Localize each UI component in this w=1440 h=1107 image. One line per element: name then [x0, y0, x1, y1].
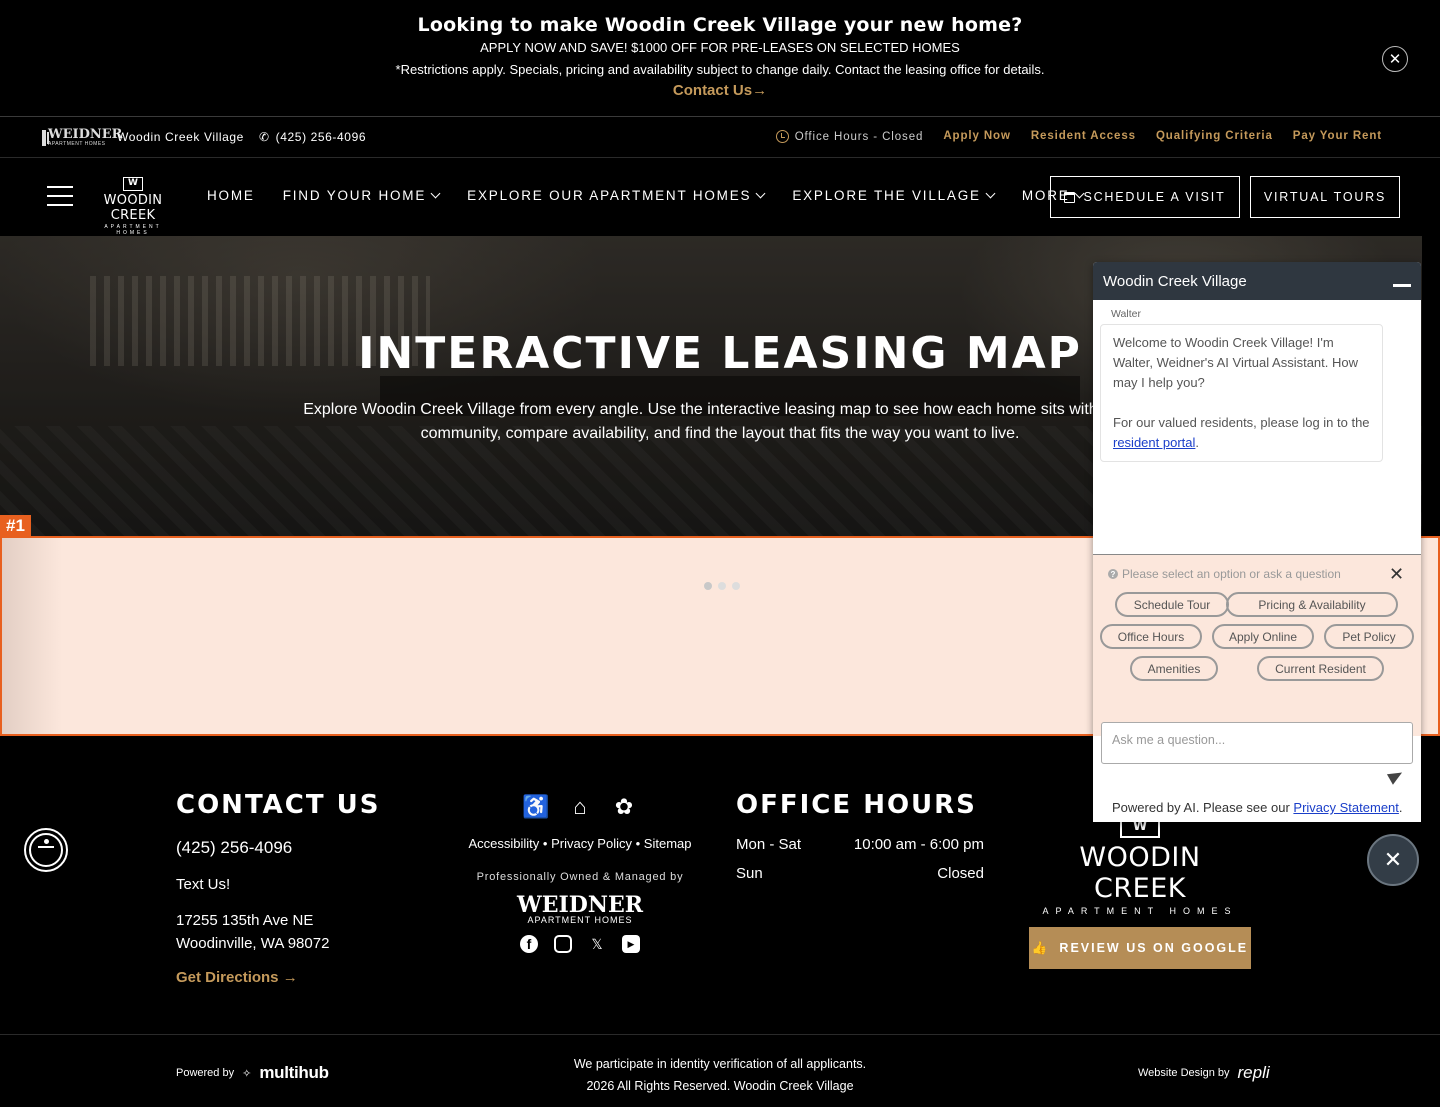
- x-twitter-icon[interactable]: 𝕏: [588, 935, 606, 953]
- virtual-tours-button[interactable]: VIRTUAL TOURS: [1250, 176, 1400, 218]
- promo-subtitle: APPLY NOW AND SAVE! $1000 OFF FOR PRE-LE…: [480, 40, 960, 55]
- weidner-mark-icon: [42, 130, 49, 146]
- weidner-logo[interactable]: WEIDNER APARTMENT HOMES: [42, 128, 122, 148]
- option-apply-online[interactable]: Apply Online: [1212, 624, 1314, 649]
- wheelchair-icon: ♿: [522, 794, 550, 819]
- promo-banner: Looking to make Woodin Creek Village you…: [0, 0, 1440, 117]
- menu-icon[interactable]: [47, 186, 73, 206]
- thumbs-up-icon: 👍: [1031, 940, 1050, 955]
- text-us-link[interactable]: Text Us!: [176, 876, 381, 893]
- office-hours-status[interactable]: Office Hours - Closed: [775, 130, 924, 143]
- promo-close-button[interactable]: ✕: [1382, 46, 1408, 72]
- calendar-icon: [1064, 191, 1076, 203]
- chevron-down-icon: [755, 188, 766, 199]
- question-icon: ?: [1108, 569, 1118, 579]
- resident-access-link[interactable]: Resident Access: [1031, 130, 1136, 143]
- utility-phone-link[interactable]: ✆ (425) 256-4096: [259, 130, 366, 144]
- chat-input[interactable]: Ask me a question...: [1101, 722, 1413, 764]
- chat-sender: Walter: [1111, 308, 1141, 320]
- promo-title: Looking to make Woodin Creek Village you…: [417, 14, 1023, 36]
- option-current-resident[interactable]: Current Resident: [1257, 656, 1384, 681]
- footer-middle: ♿ ⌂ ✿ Accessibility • Privacy Policy • S…: [455, 792, 705, 953]
- hours-row: Mon - Sat 10:00 am - 6:00 pm: [736, 836, 984, 853]
- hero-description: Explore Woodin Creek Village from every …: [303, 401, 1137, 442]
- footer-contact: CONTACT US (425) 256-4096 Text Us! 17255…: [176, 790, 381, 986]
- chat-header: Woodin Creek Village: [1093, 262, 1421, 300]
- accessibility-icon[interactable]: [24, 828, 68, 872]
- option-pet-policy[interactable]: Pet Policy: [1324, 624, 1414, 649]
- chevron-down-icon: [430, 188, 441, 199]
- utility-links: Office Hours - Closed Apply Now Resident…: [775, 130, 1382, 143]
- option-pricing-availability[interactable]: Pricing & Availability: [1226, 592, 1398, 617]
- minimize-icon[interactable]: [1393, 283, 1411, 287]
- equal-housing-icon: ⌂: [573, 794, 587, 819]
- main-nav: W WOODIN CREEK APARTMENT HOMES HOME FIND…: [0, 159, 1440, 236]
- get-directions-link[interactable]: Get Directions →: [176, 969, 381, 986]
- nav-explore-apartments[interactable]: EXPLORE OUR APARTMENT HOMES: [467, 188, 766, 203]
- option-schedule-tour[interactable]: Schedule Tour: [1115, 592, 1229, 617]
- hours-heading: OFFICE HOURS: [736, 790, 977, 820]
- facebook-icon[interactable]: f: [520, 935, 538, 953]
- chat-widget: Woodin Creek Village Walter Welcome to W…: [1093, 262, 1421, 822]
- chat-message: Welcome to Woodin Creek Village! I'm Wal…: [1100, 324, 1383, 462]
- annotation-tag: #1: [0, 515, 31, 537]
- nav-home[interactable]: HOME: [207, 188, 255, 203]
- site-logo[interactable]: W WOODIN CREEK APARTMENT HOMES: [86, 177, 180, 236]
- address: 17255 135th Ave NE Woodinville, WA 98072: [176, 912, 330, 952]
- chat-disclaimer: Powered by AI. Please see our Privacy St…: [1112, 800, 1403, 815]
- privacy-policy-link[interactable]: Privacy Policy: [551, 836, 632, 851]
- promo-restrictions: *Restrictions apply. Specials, pricing a…: [395, 62, 1045, 77]
- hours-row: Sun Closed: [736, 865, 984, 882]
- option-office-hours[interactable]: Office Hours: [1100, 624, 1202, 649]
- review-google-button[interactable]: 👍 REVIEW US ON GOOGLE: [1029, 927, 1251, 969]
- qualifying-criteria-link[interactable]: Qualifying Criteria: [1156, 130, 1273, 143]
- resident-portal-link[interactable]: resident portal: [1113, 435, 1195, 450]
- sitemap-link[interactable]: Sitemap: [644, 836, 692, 851]
- send-icon[interactable]: [1389, 770, 1403, 784]
- bottom-bar: Powered by ✧ multihub We participate in …: [0, 1034, 1440, 1107]
- pet-paw-icon: ✿: [614, 794, 634, 819]
- loading-indicator: [704, 582, 740, 590]
- chat-messages: Walter Welcome to Woodin Creek Village! …: [1093, 300, 1421, 554]
- youtube-icon[interactable]: ▶: [622, 935, 640, 953]
- chat-options-panel: ? Please select an option or ask a quest…: [1093, 554, 1421, 736]
- chevron-down-icon: [985, 188, 996, 199]
- close-options-icon[interactable]: ✕: [1389, 564, 1404, 585]
- office-hours: OFFICE HOURS Mon - Sat 10:00 am - 6:00 p…: [736, 790, 984, 882]
- chat-close-button[interactable]: ✕: [1367, 834, 1419, 886]
- utility-bar: WEIDNER APARTMENT HOMES Woodin Creek Vill…: [0, 118, 1440, 158]
- pay-rent-link[interactable]: Pay Your Rent: [1293, 130, 1382, 143]
- accessibility-link[interactable]: Accessibility: [468, 836, 539, 851]
- nav-explore-village[interactable]: EXPLORE THE VILLAGE: [792, 188, 996, 203]
- website-design-by[interactable]: Website Design by repli: [1138, 1063, 1270, 1083]
- managed-by-text: Professionally Owned & Managed by: [476, 871, 684, 883]
- contact-heading: CONTACT US: [176, 790, 381, 820]
- apply-now-link[interactable]: Apply Now: [943, 130, 1011, 143]
- privacy-statement-link[interactable]: Privacy Statement: [1293, 800, 1399, 815]
- schedule-visit-button[interactable]: SCHEDULE A VISIT: [1050, 176, 1240, 218]
- footer-property-logo: W WOODIN CREEK APARTMENT HOMES: [1030, 816, 1250, 916]
- promo-contact-link[interactable]: Contact Us→: [0, 82, 1440, 99]
- phone-icon: ✆: [259, 130, 270, 144]
- property-name: Woodin Creek Village: [117, 130, 244, 144]
- nav-find-your-home[interactable]: FIND YOUR HOME: [283, 188, 441, 203]
- clock-icon: [775, 130, 789, 143]
- weidner-footer-logo[interactable]: WEIDNER APARTMENT HOMES: [455, 894, 705, 925]
- option-amenities[interactable]: Amenities: [1130, 656, 1218, 681]
- crest-icon: W: [123, 177, 143, 191]
- footer-phone-link[interactable]: (425) 256-4096: [176, 838, 381, 858]
- instagram-icon[interactable]: [554, 935, 572, 953]
